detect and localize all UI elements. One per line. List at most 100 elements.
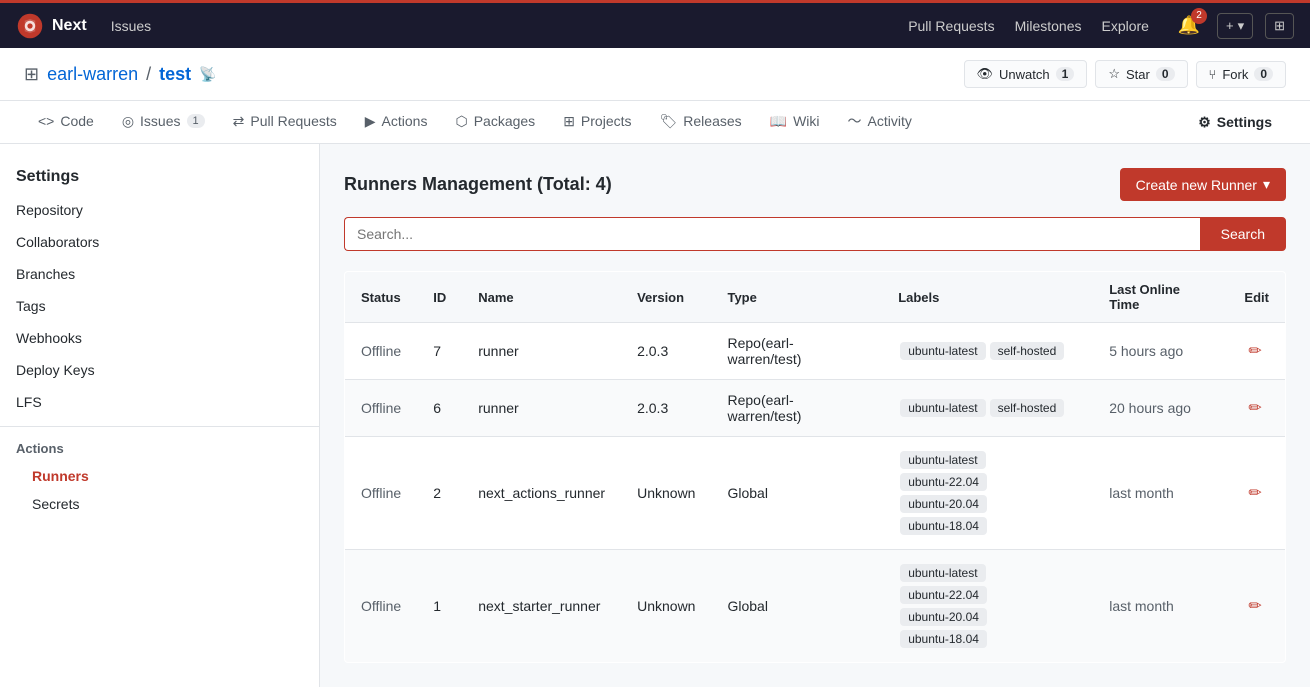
nav-pull-requests[interactable]: Pull Requests: [908, 18, 994, 34]
notification-badge: 2: [1191, 8, 1207, 24]
runner-type: Global: [711, 437, 882, 550]
fork-button[interactable]: ⑂ Fork 0: [1196, 61, 1287, 88]
runner-name: next_starter_runner: [462, 550, 621, 663]
tab-code-label: Code: [60, 113, 93, 129]
label-badge: ubuntu-latest: [900, 342, 985, 360]
search-button[interactable]: Search: [1200, 217, 1286, 251]
runner-name: runner: [462, 380, 621, 437]
nav-milestones[interactable]: Milestones: [1015, 18, 1082, 34]
sidebar-heading: Settings: [0, 160, 319, 194]
tab-issues[interactable]: ◎ Issues 1: [108, 103, 219, 142]
runner-type: Repo(earl-warren/test): [711, 380, 882, 437]
runner-type: Global: [711, 550, 882, 663]
sidebar-item-runners[interactable]: Runners: [0, 462, 319, 490]
repo-name-link[interactable]: test: [159, 64, 191, 85]
label-badge: self-hosted: [990, 342, 1065, 360]
activity-icon: 〜: [848, 111, 862, 131]
runner-type: Repo(earl-warren/test): [711, 323, 882, 380]
notifications-button[interactable]: 🔔 2: [1173, 10, 1205, 42]
repo-action-buttons: 👁 Unwatch 1 ☆ Star 0 ⑂ Fork 0: [964, 60, 1286, 88]
star-count: 0: [1156, 67, 1175, 81]
col-type: Type: [711, 272, 882, 323]
eye-icon: 👁: [977, 66, 994, 82]
star-label: Star: [1126, 67, 1150, 82]
label-badge: ubuntu-18.04: [900, 630, 987, 648]
repo-owner-link[interactable]: earl-warren: [47, 64, 138, 85]
nav-links: Issues Pull Requests Milestones Explore: [111, 18, 1149, 34]
runners-table: Status ID Name Version Type Labels Last …: [344, 271, 1286, 663]
label-badge: ubuntu-20.04: [900, 608, 987, 626]
runner-edit-cell: ✏: [1228, 437, 1285, 550]
sidebar-divider: [0, 426, 319, 427]
table-row: Offline7runner2.0.3Repo(earl-warren/test…: [345, 323, 1286, 380]
fork-label: Fork: [1222, 67, 1248, 82]
sidebar-item-webhooks[interactable]: Webhooks: [0, 322, 319, 354]
repo-separator: /: [146, 64, 151, 85]
grid-menu-button[interactable]: ⊞: [1265, 13, 1294, 39]
main-content: Runners Management (Total: 4) Create new…: [320, 144, 1310, 687]
tab-activity-label: Activity: [868, 113, 912, 129]
sidebar-item-tags[interactable]: Tags: [0, 290, 319, 322]
unwatch-count: 1: [1056, 67, 1075, 81]
nav-right-actions: 🔔 2 + ▾ ⊞: [1173, 10, 1294, 42]
nav-issues[interactable]: Issues: [111, 18, 889, 34]
create-button[interactable]: + ▾: [1217, 13, 1253, 39]
runner-edit-button[interactable]: ✏: [1244, 394, 1265, 422]
tab-actions-label: Actions: [382, 113, 428, 129]
col-name: Name: [462, 272, 621, 323]
tab-activity[interactable]: 〜 Activity: [834, 101, 926, 143]
sidebar-item-collaborators[interactable]: Collaborators: [0, 226, 319, 258]
col-labels: Labels: [882, 272, 1093, 323]
sidebar-item-secrets[interactable]: Secrets: [0, 490, 319, 518]
sidebar-item-branches[interactable]: Branches: [0, 258, 319, 290]
label-badge: ubuntu-latest: [900, 451, 985, 469]
settings-sidebar: Settings Repository Collaborators Branch…: [0, 144, 320, 687]
sidebar-item-deploy-keys[interactable]: Deploy Keys: [0, 354, 319, 386]
tab-actions[interactable]: ▶ Actions: [351, 103, 442, 142]
tab-settings-label: Settings: [1217, 114, 1272, 130]
runner-id: 2: [417, 437, 462, 550]
tab-wiki[interactable]: 📖 Wiki: [756, 103, 834, 142]
runner-last-online: 5 hours ago: [1093, 323, 1228, 380]
app-name: Next: [52, 17, 87, 35]
sidebar-item-repository[interactable]: Repository: [0, 194, 319, 226]
star-button[interactable]: ☆ Star 0: [1095, 60, 1187, 88]
search-bar: Search: [344, 217, 1286, 251]
tab-code[interactable]: <> Code: [24, 103, 108, 141]
actions-icon: ▶: [365, 113, 376, 130]
runner-edit-cell: ✏: [1228, 550, 1285, 663]
create-runner-button[interactable]: Create new Runner ▾: [1120, 168, 1286, 201]
runner-version: Unknown: [621, 437, 711, 550]
runner-status: Offline: [345, 437, 418, 550]
tab-issues-label: Issues: [140, 113, 180, 129]
col-last-online: Last Online Time: [1093, 272, 1228, 323]
runner-edit-button[interactable]: ✏: [1244, 337, 1265, 365]
tab-releases[interactable]: 🏷 Releases: [646, 103, 756, 142]
runner-labels: ubuntu-latestubuntu-22.04ubuntu-20.04ubu…: [882, 437, 1093, 550]
sidebar-item-lfs[interactable]: LFS: [0, 386, 319, 418]
runner-edit-button[interactable]: ✏: [1244, 479, 1265, 507]
col-edit: Edit: [1228, 272, 1285, 323]
runner-id: 1: [417, 550, 462, 663]
table-row: Offline6runner2.0.3Repo(earl-warren/test…: [345, 380, 1286, 437]
tab-projects[interactable]: ⊞ Projects: [549, 103, 645, 142]
col-id: ID: [417, 272, 462, 323]
tab-pull-requests[interactable]: ⇄ Pull Requests: [219, 103, 351, 142]
app-logo[interactable]: Next: [16, 12, 87, 40]
nav-explore[interactable]: Explore: [1102, 18, 1149, 34]
unwatch-button[interactable]: 👁 Unwatch 1: [964, 60, 1088, 88]
releases-icon: 🏷: [660, 113, 678, 130]
label-badge: ubuntu-latest: [900, 399, 985, 417]
plus-icon: +: [1226, 18, 1234, 33]
runner-edit-cell: ✏: [1228, 323, 1285, 380]
tab-packages[interactable]: ⬡ Packages: [441, 103, 549, 142]
runners-header: Runners Management (Total: 4) Create new…: [344, 168, 1286, 201]
fork-icon: ⑂: [1209, 67, 1217, 82]
search-input[interactable]: [344, 217, 1200, 251]
runner-edit-button[interactable]: ✏: [1244, 592, 1265, 620]
star-icon: ☆: [1108, 66, 1120, 82]
tab-packages-label: Packages: [474, 113, 535, 129]
runner-version: 2.0.3: [621, 323, 711, 380]
dropdown-chevron-icon: ▾: [1263, 176, 1270, 193]
tab-settings[interactable]: ⚙ Settings: [1184, 104, 1286, 141]
